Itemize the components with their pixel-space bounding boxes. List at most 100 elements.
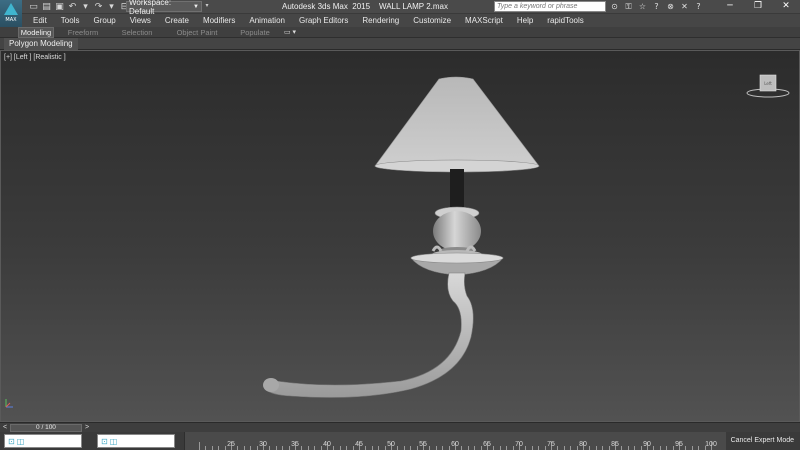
menu-item-edit[interactable]: Edit — [22, 14, 54, 27]
tab-populate[interactable]: Populate — [232, 27, 278, 38]
ruler-tick — [506, 446, 508, 450]
ruler-label: 35 — [291, 441, 299, 448]
binoculars-icon[interactable]: ⊙ — [609, 1, 620, 12]
status-bar: ⊡ ◫ ⊡ ◫ 25 30 35 40 45 50 55 60 65 70 75 80 85 90 95 10… — [0, 432, 800, 450]
ruler-label: 50 — [387, 441, 395, 448]
open-folder-icon[interactable]: ▤ — [41, 2, 52, 13]
sign-in-icon[interactable]: ⊗ — [665, 1, 676, 12]
undo-icon[interactable]: ↶ — [67, 2, 78, 13]
ruler-label: 95 — [675, 441, 683, 448]
track-bar-ruler[interactable]: 25 30 35 40 45 50 55 60 65 70 75 80 85 90 95 100 — [184, 432, 726, 450]
redo-icon[interactable]: ↷ — [93, 2, 104, 13]
ruler-label: 90 — [643, 441, 651, 448]
ruler-tick — [563, 446, 565, 450]
menu-item-rapidtools[interactable]: rapidTools — [540, 14, 590, 27]
tab-freeform[interactable]: Freeform — [60, 27, 106, 38]
ruler-tick — [243, 446, 245, 450]
dropdown-icon[interactable]: ▾ — [106, 2, 117, 13]
workspace-dropdown[interactable]: Workspace: Default ▼ — [126, 0, 202, 16]
ruler-tick — [480, 446, 482, 450]
tab-modeling[interactable]: Modeling — [18, 27, 54, 38]
ruler-tick — [371, 446, 373, 450]
ruler-tick — [211, 446, 213, 450]
title-bar: MAX ▭ ▤ ▣ ↶ ▾ ↷ ▾ ⊟ Workspace: Default ▼ ▾ Auto… — [0, 0, 800, 28]
maxscript-listener-box[interactable]: ⊡ ◫ — [4, 434, 82, 448]
menu-item-customize[interactable]: Customize — [406, 14, 458, 27]
lamp-stem — [450, 169, 464, 209]
menu-item-rendering[interactable]: Rendering — [355, 14, 406, 27]
ribbon-panel: Polygon Modeling — [0, 38, 800, 50]
save-icon[interactable]: ▣ — [54, 2, 65, 13]
ruler-label: 65 — [483, 441, 491, 448]
ruler-tick — [595, 446, 597, 450]
ruler-tick — [384, 446, 386, 450]
ruler-tick — [576, 446, 578, 450]
3dsmax-logo-icon — [4, 3, 18, 15]
ruler-tick — [698, 446, 700, 450]
ruler-tick — [301, 446, 303, 450]
ruler-tick — [602, 446, 604, 450]
menu-item-graph-editors[interactable]: Graph Editors — [292, 14, 355, 27]
help-icon[interactable]: ? — [651, 1, 662, 12]
ruler-tick — [557, 446, 559, 450]
ruler-tick — [250, 446, 252, 450]
viewport-left[interactable]: [+] [Left ] [Realistic ] Left — [0, 50, 800, 422]
ruler-tick — [416, 446, 418, 450]
menu-item-modifiers[interactable]: Modifiers — [196, 14, 242, 27]
star-icon[interactable]: ☆ — [637, 1, 648, 12]
minimize-icon[interactable]: ─ — [716, 0, 744, 14]
menu-item-views[interactable]: Views — [123, 14, 158, 27]
cancel-expert-mode-button[interactable]: Cancel Expert Mode — [731, 434, 794, 448]
wall-lamp-model[interactable] — [1, 51, 800, 422]
maximize-icon[interactable]: ❐ — [744, 0, 772, 14]
time-slider[interactable]: 0 / 100 — [10, 424, 82, 432]
ruler-tick — [461, 446, 463, 450]
menu-item-help[interactable]: Help — [510, 14, 540, 27]
window-controls: ─ ❐ ✕ — [716, 0, 800, 14]
infocenter-toolbar: ⊙ ⚿ ☆? ⊗ ✕? — [609, 1, 704, 12]
lamp-holder — [431, 206, 483, 260]
ruler-tick — [672, 446, 674, 450]
ruler-tick — [525, 446, 527, 450]
close-icon[interactable]: ✕ — [772, 0, 800, 14]
tab-object-paint[interactable]: Object Paint — [168, 27, 226, 38]
maxscript-icon: ⊡ — [8, 436, 15, 446]
maxscript-icon: ◫ — [16, 436, 25, 446]
ruler-tick — [666, 446, 668, 450]
polygon-modeling-panel[interactable]: Polygon Modeling — [4, 38, 78, 50]
search-input[interactable]: Type a keyword or phrase — [494, 1, 606, 12]
menu-item-create[interactable]: Create — [158, 14, 196, 27]
ruler-tick — [448, 446, 450, 450]
tab-selection[interactable]: Selection — [112, 27, 162, 38]
menu-item-maxscript[interactable]: MAXScript — [458, 14, 510, 27]
ruler-tick — [531, 446, 533, 450]
key-icon[interactable]: ⚿ — [623, 1, 634, 12]
dropdown-icon[interactable]: ▾ — [80, 2, 91, 13]
new-file-icon[interactable]: ▭ — [28, 2, 39, 13]
menu-bar: Edit Tools Group Views Create Modifiers Animat… — [22, 14, 800, 27]
ruler-tick — [544, 446, 546, 450]
viewcube-widget[interactable]: Left — [746, 73, 790, 101]
app-menu-button[interactable]: MAX — [0, 0, 22, 28]
ribbon-options-icon[interactable]: ▭ ▾ — [284, 28, 302, 37]
ruler-tick — [269, 446, 271, 450]
maxscript-icon: ⊡ — [101, 436, 108, 446]
ruler-tick — [640, 446, 642, 450]
ruler-tick — [288, 446, 290, 450]
ruler-tick — [282, 446, 284, 450]
ruler-label: 40 — [323, 441, 331, 448]
ruler-tick — [589, 446, 591, 450]
toolbar-options-icon[interactable]: ▾ — [203, 1, 211, 12]
menu-item-tools[interactable]: Tools — [54, 14, 87, 27]
ruler-tick — [199, 442, 200, 450]
ruler-label: 45 — [355, 441, 363, 448]
menu-item-group[interactable]: Group — [86, 14, 122, 27]
menu-item-animation[interactable]: Animation — [242, 14, 292, 27]
ruler-tick — [314, 446, 316, 450]
ruler-tick — [410, 446, 412, 450]
maxscript-input-box[interactable]: ⊡ ◫ — [97, 434, 175, 448]
ruler-label: 100 — [705, 441, 717, 448]
ruler-label: 60 — [451, 441, 459, 448]
help-dropdown-icon[interactable]: ? — [693, 1, 704, 12]
exchange-icon[interactable]: ✕ — [679, 1, 690, 12]
